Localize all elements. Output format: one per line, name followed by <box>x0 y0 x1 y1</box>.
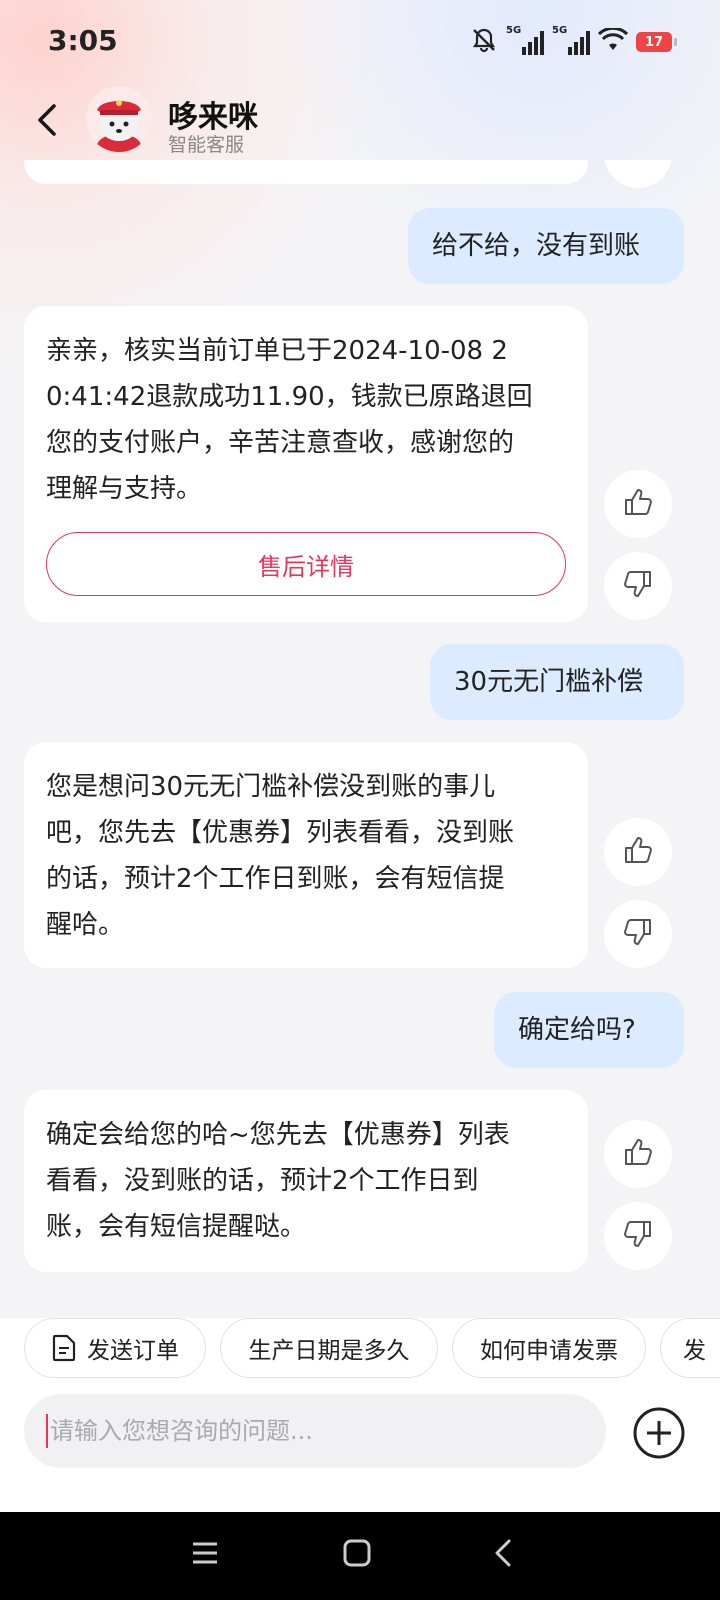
quick-reply-label: 发 <box>683 1338 706 1364</box>
thumbs-up-button[interactable] <box>604 470 672 538</box>
status-bar: 3:05 5G 5G 17 <box>0 0 720 80</box>
thumbs-down-button[interactable] <box>604 900 672 968</box>
back-arrow-icon[interactable] <box>28 98 72 142</box>
bottom-panel: 发送订单 生产日期是多久 如何申请发票 发 请输入您想咨询的问题... <box>0 1318 720 1512</box>
user-message: 确定给吗? <box>494 992 684 1068</box>
quick-reply-label: 发送订单 <box>87 1338 179 1364</box>
bot-message-line: 理解与支持。 <box>46 474 203 504</box>
quick-reply-bar[interactable]: 发送订单 生产日期是多久 如何申请发票 发 <box>24 1318 720 1378</box>
mute-bell-icon <box>470 26 498 58</box>
message-input[interactable]: 请输入您想咨询的问题... <box>24 1394 606 1468</box>
agent-avatar <box>86 86 152 152</box>
previous-bot-message <box>24 160 588 184</box>
quick-reply-more[interactable]: 发 <box>660 1318 720 1378</box>
thumbs-down-button[interactable] <box>604 552 672 620</box>
bot-message: 确定会给您的哈~您先去【优惠券】列表 看看，没到账的话，预计2个工作日到 账，会… <box>24 1090 588 1272</box>
thumbs-up-button[interactable] <box>604 1120 672 1188</box>
plus-icon[interactable] <box>632 1406 686 1460</box>
wifi-icon <box>597 26 629 56</box>
bot-message-line: 看看，没到账的话，预计2个工作日到 <box>46 1166 479 1196</box>
thumbs-down-icon <box>621 915 655 953</box>
system-navigation-bar <box>0 1512 720 1600</box>
thumbs-up-icon <box>621 833 655 871</box>
signal-icon-1: 5G <box>506 25 544 55</box>
user-message: 给不给，没有到账 <box>408 208 684 284</box>
thumbs-up-icon <box>621 1135 655 1173</box>
bot-message-line: 吧，您先去【优惠券】列表看看，没到账 <box>46 818 515 848</box>
after-sales-details-button[interactable]: 售后详情 <box>46 532 566 596</box>
chat-header: 哆来咪 智能客服 <box>0 84 720 160</box>
bot-message-line: 确定会给您的哈~您先去【优惠券】列表 <box>46 1120 510 1150</box>
bot-message-line: 醒哈。 <box>46 910 125 940</box>
chat-subtitle: 智能客服 <box>168 134 245 156</box>
status-time: 3:05 <box>48 24 118 57</box>
signal-icon-2: 5G <box>552 25 590 55</box>
thumbs-up-button[interactable] <box>604 818 672 886</box>
thumbs-down-icon <box>621 567 655 605</box>
back-icon[interactable] <box>490 1538 520 1572</box>
quick-reply-send-order[interactable]: 发送订单 <box>24 1318 206 1378</box>
bot-message-line: 您的支付账户，辛苦注意查收，感谢您的 <box>46 428 515 458</box>
menu-icon[interactable] <box>190 1538 220 1572</box>
document-icon <box>51 1334 77 1362</box>
bot-message-line: 0:41:42退款成功11.90，钱款已原路退回 <box>46 382 533 412</box>
bot-message-line: 亲亲，核实当前订单已于2024-10-08 2 <box>46 336 508 366</box>
bot-message-line: 您是想问30元无门槛补偿没到账的事儿 <box>46 772 496 802</box>
status-icons: 5G 5G 17 <box>470 24 677 60</box>
quick-reply-production-date[interactable]: 生产日期是多久 <box>220 1318 438 1378</box>
previous-vote-button[interactable] <box>604 160 672 188</box>
bot-message: 亲亲，核实当前订单已于2024-10-08 2 0:41:42退款成功11.90… <box>24 306 588 622</box>
text-caret <box>46 1414 48 1448</box>
bot-message-line: 账，会有短信提醒哒。 <box>46 1212 307 1242</box>
home-icon[interactable] <box>342 1538 372 1572</box>
bot-message-line: 的话，预计2个工作日到账，会有短信提 <box>46 864 505 894</box>
thumbs-down-icon <box>621 1217 655 1255</box>
chat-area[interactable]: 给不给，没有到账 亲亲，核实当前订单已于2024-10-08 2 0:41:42… <box>0 160 720 1315</box>
bot-message: 您是想问30元无门槛补偿没到账的事儿 吧，您先去【优惠券】列表看看，没到账 的话… <box>24 742 588 968</box>
user-message: 30元无门槛补偿 <box>430 644 684 720</box>
quick-reply-invoice[interactable]: 如何申请发票 <box>452 1318 646 1378</box>
battery-icon: 17 <box>636 32 677 52</box>
input-placeholder: 请输入您想咨询的问题... <box>50 1417 313 1445</box>
thumbs-up-icon <box>621 485 655 523</box>
thumbs-down-button[interactable] <box>604 1202 672 1270</box>
